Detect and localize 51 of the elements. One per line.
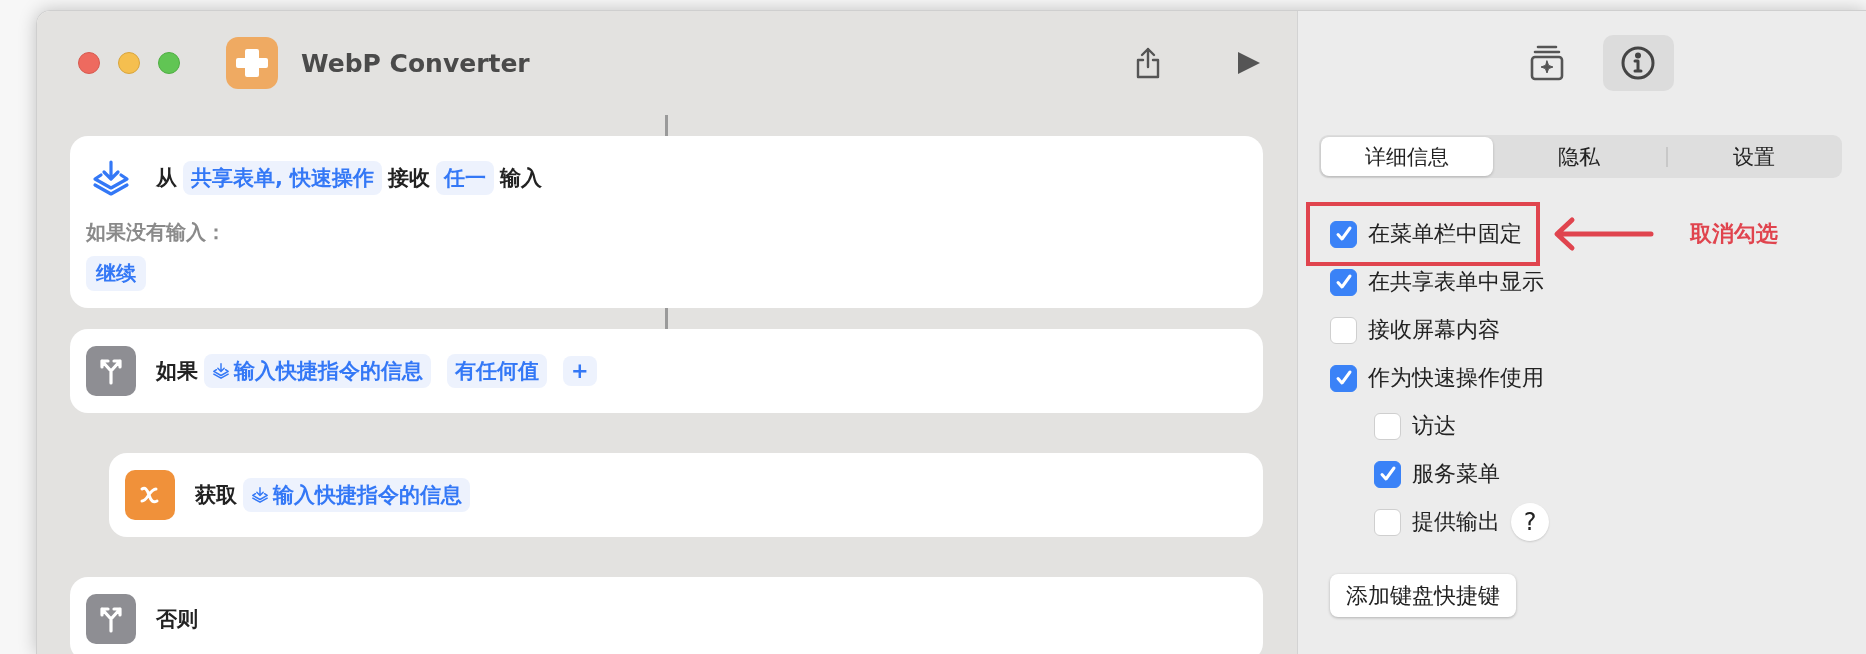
option-label: 服务菜单 xyxy=(1412,460,1500,488)
fallback-token[interactable]: 继续 xyxy=(86,256,146,291)
receive-icon xyxy=(212,362,230,380)
receive-icon xyxy=(251,486,269,504)
info-icon xyxy=(1620,45,1656,81)
gallery-icon xyxy=(1529,44,1565,82)
checkbox[interactable] xyxy=(1374,508,1401,536)
parameter-token[interactable]: 有任何值 xyxy=(447,354,547,388)
action-text: 否则 xyxy=(156,606,198,633)
action-text: 从 xyxy=(156,165,177,192)
option-label: 访达 xyxy=(1412,412,1456,440)
app-icon xyxy=(226,37,278,89)
tab[interactable]: 详细信息 xyxy=(1321,137,1494,176)
receive-icon xyxy=(91,158,131,198)
action-text: 获取 xyxy=(195,482,237,509)
action-text: 输入 xyxy=(500,165,543,192)
pane-button[interactable] xyxy=(1602,35,1674,91)
option-label: 作为快速操作使用 xyxy=(1368,364,1544,392)
option-label: 接收屏幕内容 xyxy=(1368,316,1500,344)
action-text: 接收 xyxy=(388,165,431,192)
fallback-label: 如果没有输入： xyxy=(86,219,227,246)
checkbox[interactable] xyxy=(1374,460,1401,488)
parameter-token[interactable]: 任一 xyxy=(436,161,495,195)
parameter-token[interactable]: + xyxy=(563,356,597,386)
checkbox[interactable] xyxy=(1330,268,1357,296)
option-label: 在共享表单中显示 xyxy=(1368,268,1544,296)
action-text: 如果 xyxy=(156,358,198,385)
branch-icon xyxy=(86,594,136,644)
checkbox[interactable] xyxy=(1330,220,1357,248)
annotation-text: 取消勾选 xyxy=(1690,220,1778,248)
branch-icon xyxy=(86,346,136,396)
variable-token[interactable]: 输入快捷指令的信息 xyxy=(243,478,470,512)
checkbox[interactable] xyxy=(1374,412,1401,440)
checkbox[interactable] xyxy=(1330,316,1357,344)
checkmark-icon xyxy=(1334,273,1353,291)
help-button[interactable]: ? xyxy=(1511,503,1549,541)
variable-icon xyxy=(125,470,175,520)
tab[interactable]: 设置 xyxy=(1667,137,1840,176)
checkmark-icon xyxy=(1334,225,1353,243)
checkbox[interactable] xyxy=(1330,364,1357,392)
option-label: 在菜单栏中固定 xyxy=(1368,220,1522,248)
tab[interactable]: 隐私 xyxy=(1493,137,1666,176)
checkmark-icon xyxy=(1334,369,1353,387)
option-label: 提供输出 xyxy=(1412,508,1500,536)
close-button[interactable] xyxy=(78,52,100,74)
checkmark-icon xyxy=(1378,465,1397,483)
variable-token[interactable]: 输入快捷指令的信息 xyxy=(204,354,431,388)
zoom-button[interactable] xyxy=(158,52,180,74)
window-title: WebP Converter xyxy=(301,48,530,78)
parameter-token[interactable]: 共享表单, 快速操作 xyxy=(183,161,383,195)
add-shortcut-button[interactable]: 添加键盘快捷键 xyxy=(1330,574,1516,617)
